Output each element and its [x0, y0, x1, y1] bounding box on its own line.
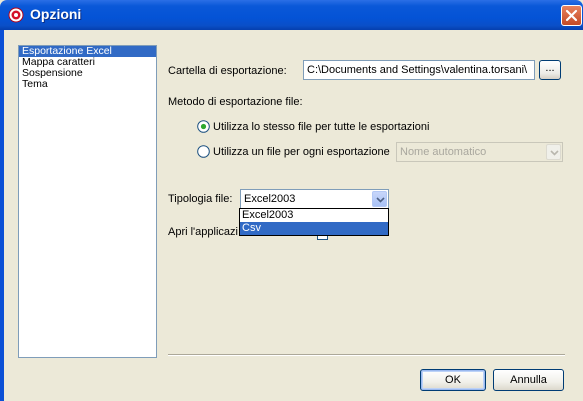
- export-folder-label: Cartella di esportazione:: [168, 65, 287, 77]
- window-title: Opzioni: [30, 6, 82, 22]
- app-icon: [8, 7, 24, 23]
- separator: [168, 354, 565, 356]
- close-icon: [565, 9, 578, 22]
- ok-button[interactable]: OK: [420, 369, 486, 391]
- chevron-down-icon: [550, 150, 559, 156]
- radio-one-file-label[interactable]: Utilizza un file per ogni esportazione: [213, 146, 390, 158]
- file-type-select[interactable]: Excel2003: [240, 189, 389, 209]
- file-naming-dropdown-button: [546, 144, 561, 160]
- title-bar[interactable]: Opzioni: [0, 0, 583, 30]
- close-button[interactable]: [561, 5, 582, 26]
- file-type-option-csv[interactable]: Csv: [240, 222, 388, 235]
- options-dialog: Opzioni Esportazione Excel Mappa caratte…: [0, 0, 583, 401]
- file-type-value: Excel2003: [244, 193, 296, 205]
- file-type-option-excel2003[interactable]: Excel2003: [240, 209, 388, 222]
- file-naming-value: Nome automatico: [400, 146, 487, 158]
- radio-one-file-per-export[interactable]: [197, 145, 210, 158]
- browse-button[interactable]: ...: [539, 60, 561, 80]
- nav-item-tema[interactable]: Tema: [19, 79, 156, 90]
- file-type-dropdown-list[interactable]: Excel2003 Csv: [239, 208, 389, 236]
- export-folder-input[interactable]: C:\Documents and Settings\valentina.tors…: [303, 60, 535, 80]
- options-category-list[interactable]: Esportazione Excel Mappa caratteri Sospe…: [18, 45, 157, 358]
- chevron-down-icon: [376, 197, 385, 203]
- export-method-label: Metodo di esportazione file:: [168, 96, 303, 108]
- radio-same-file-label[interactable]: Utilizza lo stesso file per tutte le esp…: [213, 121, 429, 133]
- radio-same-file[interactable]: [197, 120, 210, 133]
- file-type-dropdown-button[interactable]: [372, 191, 387, 207]
- file-naming-select: Nome automatico: [396, 142, 563, 162]
- open-application-label: Apri l'applicazi: [168, 226, 238, 238]
- file-type-label: Tipologia file:: [168, 193, 233, 205]
- cancel-button[interactable]: Annulla: [493, 369, 564, 391]
